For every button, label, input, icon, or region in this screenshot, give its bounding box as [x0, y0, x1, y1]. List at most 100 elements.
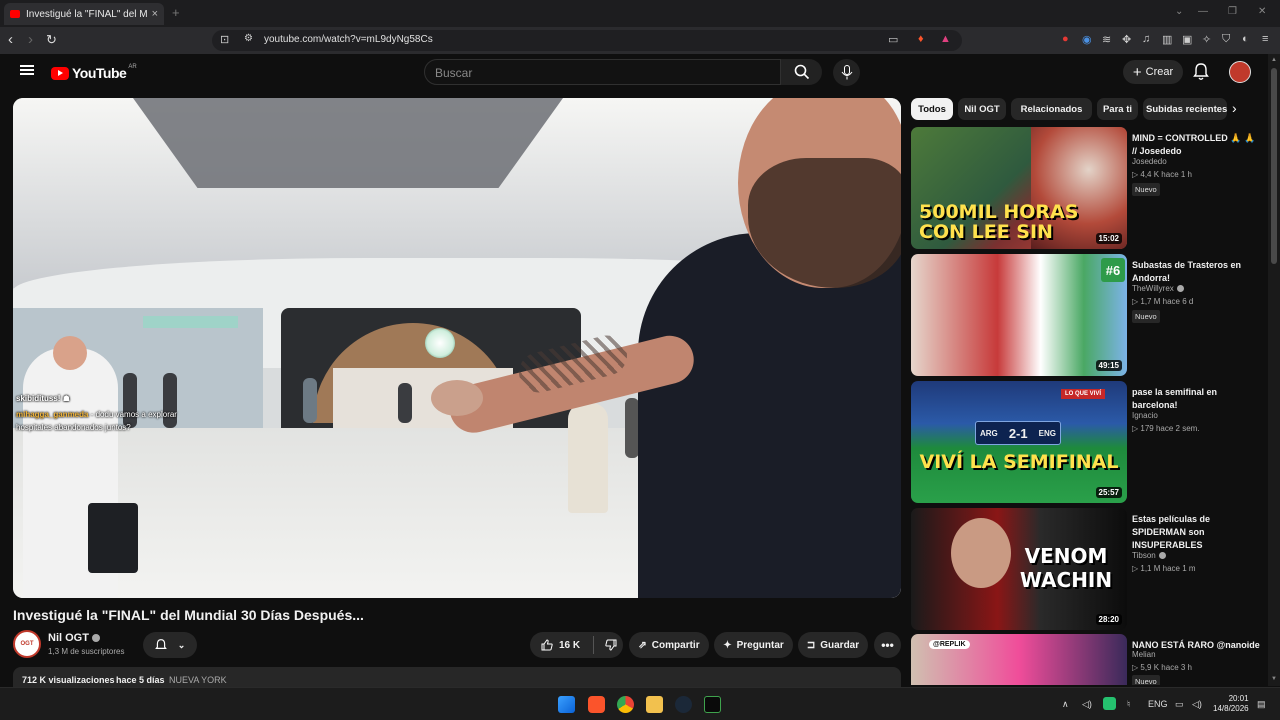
cast-icon[interactable]: ▭ — [888, 33, 898, 46]
close-window-button[interactable]: ✕ — [1258, 6, 1266, 17]
video-thumbnail[interactable]: VENOM WACHIN 28:20 — [911, 508, 1127, 630]
wallet-icon[interactable]: ▣ — [1182, 33, 1192, 46]
new-tab-button[interactable]: + — [172, 5, 180, 20]
brave-browser-icon[interactable] — [588, 696, 605, 713]
minimize-button[interactable]: — — [1198, 6, 1208, 17]
language-indicator[interactable]: ENG — [1148, 699, 1168, 709]
video-thumbnail[interactable]: #6 49:15 — [911, 254, 1127, 376]
site-info-icon[interactable]: ⚙ — [244, 33, 253, 44]
chip-for-you[interactable]: Para ti — [1097, 98, 1138, 120]
thumbs-down-icon[interactable] — [605, 639, 617, 651]
scroll-down-icon[interactable]: ▼ — [1271, 676, 1277, 682]
brave-menu-icon[interactable]: ◐ — [1242, 33, 1249, 45]
youtube-logo[interactable]: YouTube AR — [51, 64, 137, 81]
clock[interactable]: 20:01 14/8/2026 — [1213, 694, 1249, 714]
notifications-icon[interactable]: ▤ — [1257, 699, 1266, 710]
recommendation-channel[interactable]: TheWillyrex — [1132, 284, 1184, 293]
save-label: Guardar — [820, 639, 860, 651]
rec-channel-text[interactable]: Tibson — [1132, 551, 1156, 560]
speaker-icon[interactable]: ◁) — [1192, 699, 1202, 710]
address-bar[interactable]: ⊡ ⚙ youtube.com/watch?v=mL9dyNg58Cs ▭ ♦ … — [212, 30, 962, 51]
maximize-button[interactable]: ❐ — [1228, 6, 1237, 17]
notifications-bell-icon[interactable] — [1193, 63, 1209, 81]
recommendation-channel[interactable]: Ignacio — [1132, 411, 1158, 420]
recommendation-channel[interactable]: Melian — [1132, 650, 1156, 659]
chevron-right-icon[interactable]: › — [1232, 100, 1237, 116]
back-icon[interactable]: ‹ — [8, 31, 13, 48]
recommendation-item[interactable]: #6 49:15 Subastas de Trasteros en Andorr… — [911, 254, 1266, 376]
network-icon[interactable]: ▭ — [1175, 699, 1184, 710]
recommendation-item[interactable]: LO QUE VIVÍ ARG 2-1 ENG VIVÍ LA SEMIFINA… — [911, 381, 1266, 503]
windows-start-icon[interactable] — [558, 696, 575, 713]
recommendation-item[interactable]: @REPLIK NANO ESTÁ RARO @nanoide Melian ▷… — [911, 634, 1266, 685]
chip-channel[interactable]: Nil OGT — [958, 98, 1006, 120]
scroll-up-icon[interactable]: ▲ — [1271, 57, 1277, 63]
video-thumbnail[interactable]: 500MIL HORAS CON LEE SIN 15:02 — [911, 127, 1127, 249]
video-player[interactable]: skibidituss! ☗ mihagga_ganmeda - dodu va… — [13, 98, 901, 598]
recommendation-channel[interactable]: Josededo — [1132, 157, 1167, 166]
channel-name[interactable]: Nil OGT — [48, 632, 100, 644]
extensions-puzzle-icon[interactable]: ✥ — [1122, 33, 1131, 46]
browser-tab[interactable]: Investigué la "FINAL" del Mundi × — [4, 3, 164, 25]
app-icon[interactable] — [704, 696, 721, 713]
subscription-bell-button[interactable]: ⌄ — [143, 632, 197, 658]
reload-icon[interactable]: ↻ — [46, 32, 57, 48]
tray-app-icon[interactable] — [1103, 697, 1116, 710]
microphone-tray-icon[interactable]: ♮ — [1127, 699, 1130, 710]
voice-search-button[interactable] — [833, 59, 860, 86]
rec-channel-text[interactable]: TheWillyrex — [1132, 284, 1174, 293]
hamburger-menu-icon[interactable] — [20, 65, 34, 75]
steam-icon[interactable] — [675, 696, 692, 713]
subscriber-count: 1,3 M de suscriptores — [48, 647, 125, 656]
chip-recent[interactable]: Subidas recientes — [1143, 98, 1227, 120]
chip-todos[interactable]: Todos — [911, 98, 953, 120]
menu-icon[interactable]: ≡ — [1262, 33, 1268, 45]
record-extension-icon[interactable]: ● — [1062, 33, 1069, 45]
url-text[interactable]: youtube.com/watch?v=mL9dyNg58Cs — [264, 34, 433, 45]
volume-tray-icon[interactable]: ◁) — [1082, 699, 1092, 710]
recommendation-title[interactable]: Subastas de Trasteros en Andorra! — [1132, 259, 1262, 285]
audio-extension-icon[interactable]: ≋ — [1102, 33, 1111, 46]
media-icon[interactable]: ♫ — [1142, 33, 1150, 45]
location-tag[interactable]: NUEVA YORK — [169, 675, 227, 685]
recommendation-channel[interactable]: Tibson — [1132, 551, 1166, 560]
vpn-icon[interactable]: ⛉ — [1222, 33, 1230, 46]
chrome-icon[interactable] — [617, 696, 634, 713]
brave-shield-icon[interactable]: ♦ — [918, 33, 924, 45]
recommendation-title[interactable]: Estas películas de SPIDERMAN son INSUPER… — [1132, 513, 1262, 552]
page-scrollbar[interactable]: ▲ ▼ — [1268, 54, 1280, 686]
forward-icon[interactable]: › — [28, 31, 33, 48]
description-box[interactable]: 712 K visualizaciones hace 5 días NUEVA … — [13, 667, 901, 687]
tray-overflow-icon[interactable]: ∧ — [1062, 699, 1069, 710]
recommendation-title[interactable]: MIND = CONTROLLED 🙏 🙏 // Josededo — [1132, 132, 1262, 158]
recommendation-item[interactable]: 500MIL HORAS CON LEE SIN 15:02 MIND = CO… — [911, 127, 1266, 249]
sidebar-icon[interactable]: ▥ — [1162, 33, 1172, 46]
user-avatar[interactable] — [1229, 61, 1251, 83]
chip-related[interactable]: Relacionados — [1011, 98, 1092, 120]
recommendation-title[interactable]: pase la semifinal en barcelona! — [1132, 386, 1262, 412]
scrollbar-thumb[interactable] — [1271, 68, 1277, 264]
ask-button[interactable]: ✦ Preguntar — [714, 632, 793, 658]
create-label: Crear — [1145, 66, 1174, 78]
bookmark-icon[interactable]: ⊡ — [220, 33, 229, 46]
video-thumbnail[interactable]: LO QUE VIVÍ ARG 2-1 ENG VIVÍ LA SEMIFINA… — [911, 381, 1127, 503]
channel-avatar[interactable]: OGT — [13, 630, 41, 658]
youtube-header: YouTube AR Buscar + Crear — [0, 54, 1268, 90]
save-button[interactable]: ⊐ Guardar — [798, 632, 868, 658]
recommendation-item[interactable]: VENOM WACHIN 28:20 Estas películas de SP… — [911, 508, 1266, 630]
video-frame-walker — [568, 403, 608, 513]
search-button[interactable] — [781, 59, 822, 85]
create-button[interactable]: + Crear — [1123, 60, 1183, 84]
more-actions-button[interactable]: ••• — [874, 632, 901, 658]
like-button[interactable]: 16 K — [541, 639, 580, 651]
extension-icon[interactable]: ◉ — [1082, 33, 1092, 46]
share-button[interactable]: ⇗ Compartir — [629, 632, 709, 658]
leo-icon[interactable]: ✧ — [1202, 33, 1211, 46]
video-thumbnail[interactable]: @REPLIK — [911, 634, 1127, 685]
tab-search-icon[interactable]: ⌄ — [1175, 6, 1183, 17]
brave-rewards-icon[interactable]: ▲ — [940, 33, 951, 45]
channel-name-text[interactable]: Nil OGT — [48, 632, 89, 644]
search-input[interactable]: Buscar — [424, 59, 781, 85]
file-explorer-icon[interactable] — [646, 696, 663, 713]
close-tab-icon[interactable]: × — [152, 8, 158, 20]
